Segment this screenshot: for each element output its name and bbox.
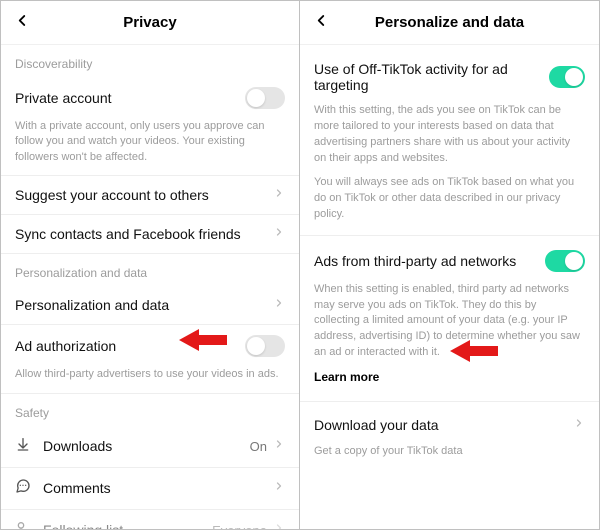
ad-auth-desc: Allow third-party advertisers to use you… bbox=[1, 367, 299, 392]
chevron-right-icon bbox=[273, 521, 285, 529]
download-data-row[interactable]: Download your data bbox=[300, 402, 599, 444]
back-icon[interactable] bbox=[13, 11, 31, 34]
downloads-row[interactable]: Downloads On bbox=[1, 426, 299, 467]
private-account-row[interactable]: Private account bbox=[1, 77, 299, 119]
downloads-label: Downloads bbox=[43, 438, 112, 454]
section-personalization: Personalization and data bbox=[1, 254, 299, 286]
download-data-desc: Get a copy of your TikTok data bbox=[300, 444, 599, 468]
download-icon bbox=[15, 436, 31, 457]
chevron-right-icon bbox=[273, 479, 285, 497]
chevron-right-icon bbox=[273, 296, 285, 314]
personalization-row[interactable]: Personalization and data bbox=[1, 286, 299, 324]
back-icon[interactable] bbox=[312, 11, 330, 34]
downloads-value: On bbox=[250, 439, 267, 454]
privacy-screen: Privacy Discoverability Private account … bbox=[1, 1, 300, 529]
comments-row[interactable]: Comments bbox=[1, 468, 299, 509]
download-data-label: Download your data bbox=[314, 417, 439, 433]
offsite-label: Use of Off-TikTok activity for ad target… bbox=[314, 61, 549, 93]
following-list-label: Following list bbox=[43, 522, 123, 529]
ad-auth-row[interactable]: Ad authorization bbox=[1, 325, 299, 367]
personalization-label: Personalization and data bbox=[15, 297, 169, 313]
page-title: Privacy bbox=[123, 14, 176, 31]
thirdparty-desc: When this setting is enabled, third part… bbox=[300, 282, 599, 370]
following-list-row[interactable]: Following list Everyone bbox=[1, 510, 299, 529]
thirdparty-row[interactable]: Ads from third-party ad networks bbox=[300, 236, 599, 282]
offsite-toggle[interactable] bbox=[549, 66, 585, 88]
following-list-value: Everyone bbox=[212, 523, 267, 529]
people-icon bbox=[15, 520, 31, 529]
learn-more-link[interactable]: Learn more bbox=[314, 370, 379, 384]
header: Personalize and data bbox=[300, 1, 599, 45]
thirdparty-label: Ads from third-party ad networks bbox=[314, 253, 516, 269]
comment-icon bbox=[15, 478, 31, 499]
comments-label: Comments bbox=[43, 480, 111, 496]
section-discoverability: Discoverability bbox=[1, 45, 299, 77]
private-account-toggle[interactable] bbox=[245, 87, 285, 109]
chevron-right-icon bbox=[573, 416, 585, 434]
sync-row[interactable]: Sync contacts and Facebook friends bbox=[1, 215, 299, 253]
offsite-desc2: You will always see ads on TikTok based … bbox=[300, 175, 599, 231]
chevron-right-icon bbox=[273, 225, 285, 243]
offsite-row[interactable]: Use of Off-TikTok activity for ad target… bbox=[300, 45, 599, 103]
section-safety: Safety bbox=[1, 394, 299, 426]
page-title: Personalize and data bbox=[375, 14, 524, 31]
suggest-row[interactable]: Suggest your account to others bbox=[1, 176, 299, 214]
header: Privacy bbox=[1, 1, 299, 45]
personalize-screen: Personalize and data Use of Off-TikTok a… bbox=[300, 1, 599, 529]
chevron-right-icon bbox=[273, 437, 285, 455]
suggest-label: Suggest your account to others bbox=[15, 187, 209, 203]
offsite-desc1: With this setting, the ads you see on Ti… bbox=[300, 103, 599, 175]
thirdparty-toggle[interactable] bbox=[545, 250, 585, 272]
ad-auth-toggle[interactable] bbox=[245, 335, 285, 357]
chevron-right-icon bbox=[273, 186, 285, 204]
sync-label: Sync contacts and Facebook friends bbox=[15, 226, 241, 242]
private-account-desc: With a private account, only users you a… bbox=[1, 119, 299, 175]
private-account-label: Private account bbox=[15, 90, 112, 106]
ad-auth-label: Ad authorization bbox=[15, 338, 116, 354]
